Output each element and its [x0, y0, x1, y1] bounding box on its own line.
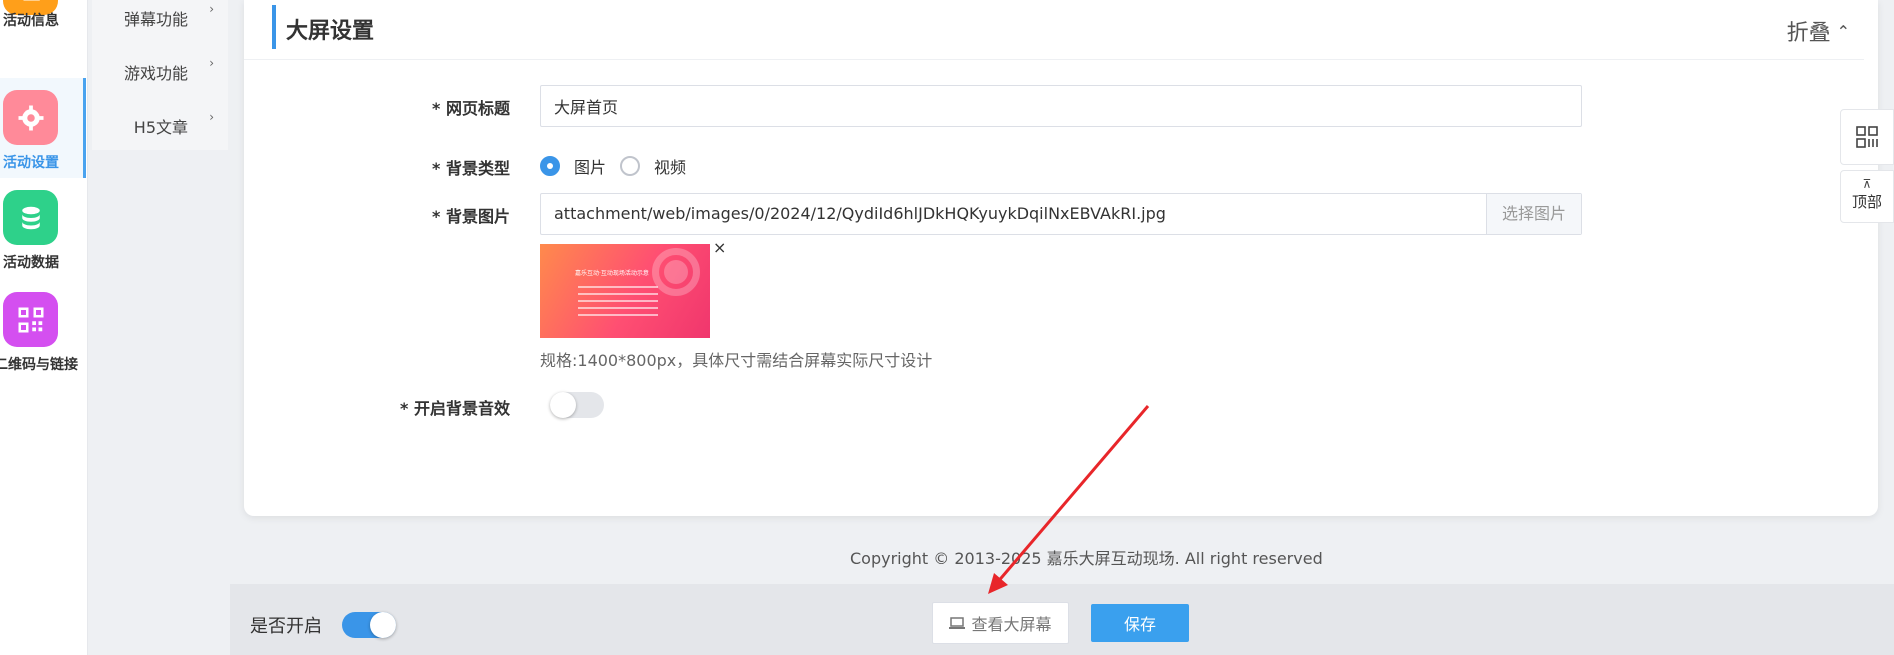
nav-item-activity-info[interactable]: 活动信息 [0, 0, 86, 60]
nav-item-activity-settings[interactable]: 活动设置 [0, 78, 86, 178]
copyright-text: Copyright © 2013-2025 嘉乐大屏互动现场. All righ… [850, 549, 1323, 568]
thumbnail-text: 嘉乐互动·互动现场活动示意 [575, 269, 649, 277]
sub-item-games[interactable]: 游戏功能 › [92, 56, 228, 86]
thumbnail-lines [578, 286, 658, 321]
page-title-input[interactable] [540, 85, 1582, 127]
bg-type-radio-image[interactable]: 图片 [540, 154, 606, 178]
enable-label: 是否开启 [250, 616, 322, 637]
nav-label: 活动数据 [3, 255, 59, 271]
view-big-screen-label: 查看大屏幕 [971, 615, 1052, 634]
bg-image-path-input[interactable]: attachment/web/images/0/2024/12/QydiId6h… [541, 194, 1486, 234]
footer-bar: 是否开启 查看大屏幕 保存 [230, 584, 1894, 655]
chevron-right-icon: › [209, 110, 214, 124]
save-button[interactable]: 保存 [1091, 604, 1189, 642]
page-title-label: * 网页标题 [432, 99, 510, 118]
panel-title: 大屏设置 [286, 19, 375, 44]
view-big-screen-button[interactable]: 查看大屏幕 [932, 602, 1069, 644]
arrow-up-icon: ⊼ [1862, 177, 1872, 191]
thumbnail-decoration [664, 260, 688, 284]
bg-image-thumbnail: 嘉乐互动·互动现场活动示意 [540, 244, 710, 338]
nav-item-activity-data[interactable]: 活动数据 [0, 180, 86, 280]
chevron-right-icon: › [209, 2, 214, 16]
choose-image-button[interactable]: 选择图片 [1486, 194, 1581, 234]
back-to-top-button[interactable]: ⊼ 顶部 [1840, 170, 1894, 223]
bg-type-radio-video[interactable]: 视频 [620, 154, 686, 178]
database-icon [3, 190, 58, 245]
sub-item-h5-article[interactable]: H5文章 › [92, 110, 228, 140]
bg-music-toggle[interactable] [550, 392, 604, 418]
nav-label: 活动设置 [3, 155, 59, 171]
grid-icon [1856, 126, 1878, 148]
image-size-hint: 规格:1400*800px，具体尺寸需结合屏幕实际尺寸设计 [540, 351, 933, 370]
collapse-label: 折叠 [1786, 21, 1831, 46]
screen-settings-panel: 大屏设置 折叠 ⌃ * 网页标题 * 背景类型 图片 视频 * 背景图片 atta… [244, 0, 1878, 516]
radio-checked-icon [540, 156, 560, 176]
collapse-button[interactable]: 折叠 ⌃ [1787, 15, 1850, 47]
bg-type-label: * 背景类型 [432, 159, 510, 178]
sub-item-label: 游戏功能 [123, 64, 188, 83]
radio-label: 图片 [574, 158, 607, 177]
icon-nav: 活动信息 活动设置 活动数据 二维码与链接 [0, 0, 88, 655]
bg-image-field: attachment/web/images/0/2024/12/QydiId6h… [540, 193, 1582, 235]
title-accent-bar [272, 5, 276, 49]
chevron-right-icon: › [209, 56, 214, 70]
bg-music-label: * 开启背景音效 [400, 399, 510, 418]
sub-item-label: H5文章 [133, 118, 188, 137]
sub-item-danmaku[interactable]: 弹幕功能 › [92, 2, 228, 32]
toggle-knob [370, 612, 396, 638]
main-content: 大屏设置 折叠 ⌃ * 网页标题 * 背景类型 图片 视频 * 背景图片 atta… [230, 0, 1894, 655]
gear-icon [3, 90, 58, 145]
qr-tool-button[interactable] [1840, 109, 1894, 165]
back-to-top-label: 顶部 [1851, 193, 1882, 211]
sub-item-label: 弹幕功能 [123, 10, 188, 29]
nav-item-qrcode-link[interactable]: 二维码与链接 [0, 282, 86, 382]
qrcode-icon [3, 292, 58, 347]
toggle-knob [550, 392, 576, 418]
enable-toggle[interactable] [342, 612, 396, 638]
nav-label: 活动信息 [3, 13, 59, 29]
chevron-up-icon: ⌃ [1836, 22, 1850, 41]
remove-image-icon[interactable]: × [713, 238, 726, 257]
radio-unchecked-icon [620, 156, 640, 176]
radio-label: 视频 [654, 158, 687, 177]
sub-menu: 弹幕功能 › 游戏功能 › H5文章 › [92, 0, 228, 150]
laptop-icon [949, 616, 966, 630]
nav-label: 二维码与链接 [0, 357, 78, 373]
panel-header: 大屏设置 折叠 ⌃ [244, 5, 1864, 60]
bg-image-label: * 背景图片 [432, 207, 510, 226]
